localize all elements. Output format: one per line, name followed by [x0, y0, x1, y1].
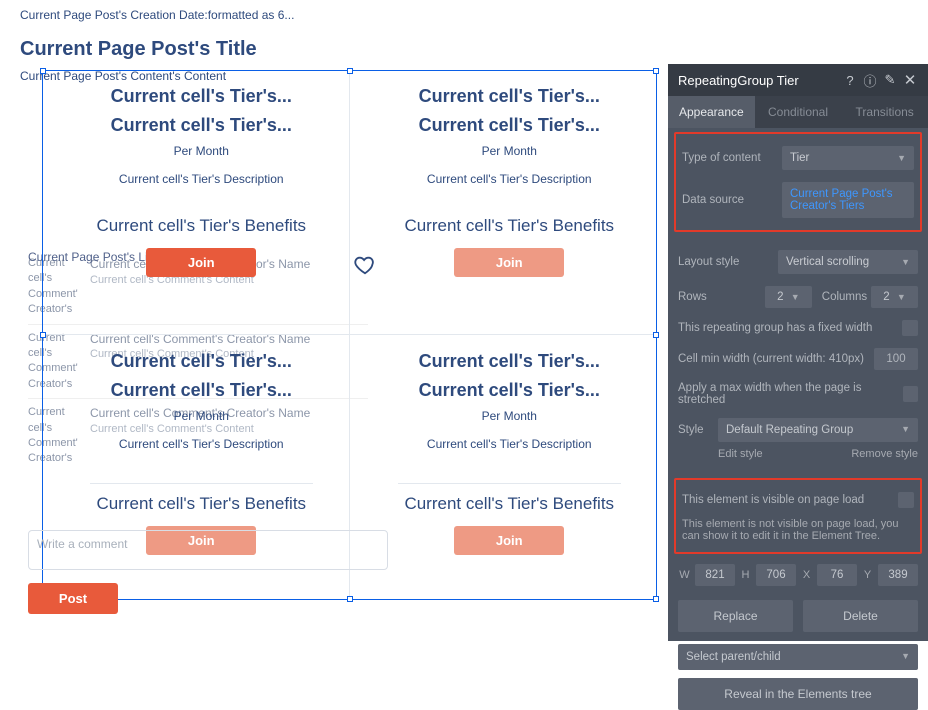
panel-tabs: Appearance Conditional Transitions [668, 96, 928, 128]
comment-input[interactable]: Write a comment [28, 530, 388, 570]
info-icon[interactable]: ⓘ [862, 72, 878, 88]
resize-handle-ne[interactable] [653, 68, 659, 74]
property-panel[interactable]: RepeatingGroup Tier ? ⓘ ✎ ✕ Appearance C… [668, 64, 928, 641]
width-input[interactable]: 821 [695, 564, 735, 586]
edit-style-link[interactable]: Edit style [718, 448, 763, 460]
resize-handle-nw[interactable] [40, 68, 46, 74]
reveal-in-tree-button[interactable]: Reveal in the Elements tree [678, 678, 918, 710]
cell-min-width-label: Cell min width (current width: 410px) [678, 353, 864, 365]
tab-conditional[interactable]: Conditional [755, 96, 842, 128]
remove-style-link[interactable]: Remove style [851, 448, 918, 460]
highlight-visibility: This element is visible on page load Thi… [674, 478, 922, 554]
apply-max-width-checkbox[interactable] [903, 386, 918, 402]
tab-appearance[interactable]: Appearance [668, 96, 755, 128]
resize-handle-w[interactable] [40, 332, 46, 338]
layout-style-label: Layout style [678, 256, 778, 268]
layout-style-select[interactable]: Vertical scrolling▼ [778, 250, 918, 274]
data-source-field[interactable]: Current Page Post's Creator's Tiers [782, 182, 914, 218]
columns-label: Columns [822, 291, 867, 303]
chevron-down-icon: ▼ [901, 257, 910, 267]
y-input[interactable]: 389 [878, 564, 918, 586]
coord-row: W 821 H 706 X 76 Y 389 [668, 558, 928, 592]
data-source-label: Data source [682, 194, 782, 206]
delete-button[interactable]: Delete [803, 600, 918, 632]
fixed-width-label: This repeating group has a fixed width [678, 322, 872, 334]
resize-handle-se[interactable] [653, 596, 659, 602]
visible-on-load-label: This element is visible on page load [682, 494, 864, 506]
highlight-type-datasource: Type of content Tier▼ Data source Curren… [674, 132, 922, 232]
visible-on-load-checkbox[interactable] [898, 492, 914, 508]
chevron-down-icon: ▼ [901, 424, 910, 436]
rows-label: Rows [678, 291, 761, 303]
visible-hint: This element is not visible on page load… [682, 514, 914, 546]
columns-input[interactable]: 2 ▼ [871, 286, 918, 308]
editor-canvas[interactable]: Current Page Post's Creation Date:format… [0, 0, 668, 641]
chevron-down-icon: ▼ [897, 153, 906, 163]
style-select[interactable]: Default Repeating Group▼ [718, 418, 918, 442]
style-label: Style [678, 424, 712, 436]
cell-min-width-input[interactable]: 100 [874, 348, 918, 370]
resize-handle-e[interactable] [653, 332, 659, 338]
post-button[interactable]: Post [28, 583, 118, 614]
replace-button[interactable]: Replace [678, 600, 793, 632]
fixed-width-checkbox[interactable] [902, 320, 918, 336]
comment-icon[interactable]: ✎ [882, 72, 898, 88]
post-date: Current Page Post's Creation Date:format… [20, 0, 648, 30]
panel-title: RepeatingGroup Tier [678, 73, 838, 88]
select-parent-child[interactable]: Select parent/child▼ [678, 644, 918, 670]
selection-outline[interactable] [42, 70, 657, 600]
type-of-content-select[interactable]: Tier▼ [782, 146, 914, 170]
close-icon[interactable]: ✕ [902, 72, 918, 88]
apply-max-width-label: Apply a max width when the page is stret… [678, 382, 903, 406]
post-title: Current Page Post's Title [20, 30, 648, 65]
tab-transitions[interactable]: Transitions [841, 96, 928, 128]
rows-input[interactable]: 2 ▼ [765, 286, 812, 308]
x-input[interactable]: 76 [817, 564, 857, 586]
height-input[interactable]: 706 [756, 564, 796, 586]
type-of-content-label: Type of content [682, 152, 782, 164]
resize-handle-n[interactable] [347, 68, 353, 74]
chevron-down-icon: ▼ [901, 651, 910, 663]
help-icon[interactable]: ? [842, 72, 858, 88]
panel-header[interactable]: RepeatingGroup Tier ? ⓘ ✎ ✕ [668, 64, 928, 96]
resize-handle-s[interactable] [347, 596, 353, 602]
